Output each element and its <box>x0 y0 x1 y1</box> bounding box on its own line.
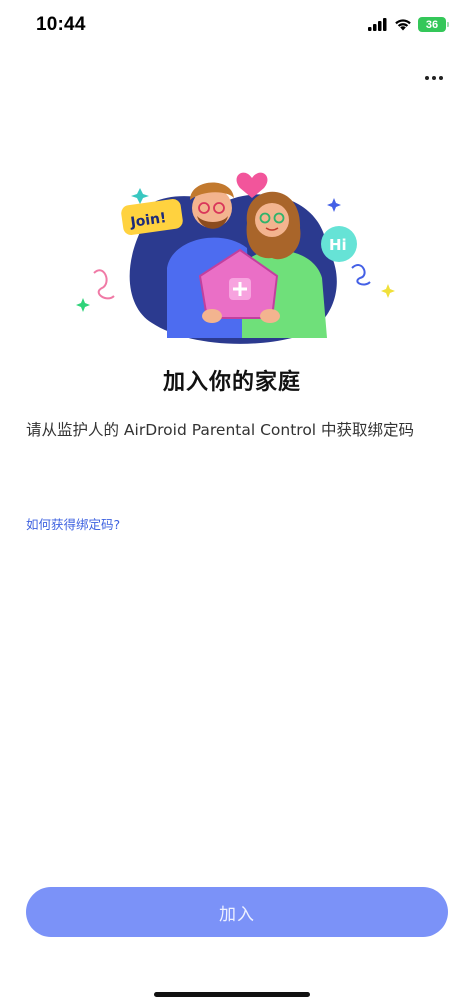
more-horizontal-icon <box>425 76 429 80</box>
wifi-icon <box>395 19 411 31</box>
home-indicator[interactable] <box>154 992 310 997</box>
join-button[interactable]: 加入 <box>26 887 448 937</box>
page-title: 加入你的家庭 <box>162 370 301 395</box>
instruction-text: 请从监护人的 AirDroid Parental Control 中获取绑定码 <box>26 421 415 439</box>
status-bar: 10:44 36 <box>0 0 464 56</box>
more-options-button[interactable] <box>420 68 448 88</box>
hi-bubble-text: Hi <box>329 236 347 254</box>
status-icons: 36 <box>368 17 449 32</box>
how-to-get-code-link[interactable]: 如何获得绑定码? <box>26 514 120 533</box>
family-illustration: Join! Hi <box>76 172 395 344</box>
cellular-signal-icon <box>368 18 387 31</box>
battery-level: 36 <box>425 18 439 31</box>
battery-charging-icon: 36 <box>418 17 449 32</box>
status-time: 10:44 <box>36 14 86 35</box>
